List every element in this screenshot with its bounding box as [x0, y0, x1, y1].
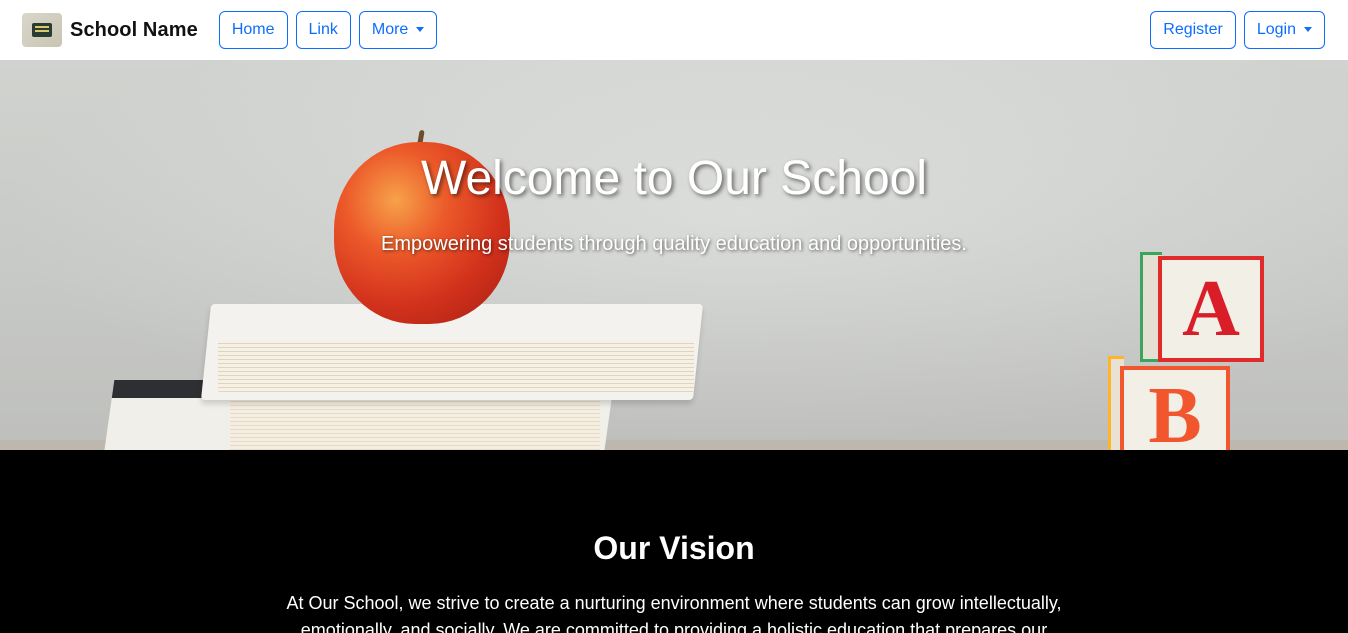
hero-banner: A B Welcome to Our School Empowering stu… — [0, 60, 1348, 450]
chevron-down-icon — [416, 26, 425, 32]
vision-text: At Our School, we strive to create a nur… — [286, 593, 1062, 633]
navbar: School Name Home Link More Register Logi… — [0, 0, 1348, 60]
nav-more-label: More — [371, 21, 409, 38]
login-label: Login — [1256, 21, 1296, 38]
chevron-down-icon — [1304, 26, 1312, 32]
hero-title: Welcome to Our School — [421, 152, 927, 205]
vision-title: Our Vision — [593, 530, 755, 566]
nav-more-dropdown[interactable]: More — [358, 11, 438, 49]
vision-section: Our Vision At Our School, we strive to c… — [0, 450, 1348, 633]
nav-home-button[interactable]: Home — [218, 11, 288, 49]
brand[interactable]: School Name — [22, 13, 198, 47]
book-top-pages — [218, 340, 694, 392]
login-dropdown[interactable]: Login — [1243, 11, 1325, 49]
hero-subtitle: Empowering students through quality educ… — [381, 233, 967, 255]
book-bottom-pages — [230, 398, 600, 450]
letter-block-b: B — [1120, 366, 1230, 450]
nav-link-button[interactable]: Link — [295, 11, 351, 49]
letter-block-a: A — [1158, 256, 1264, 362]
brand-name: School Name — [70, 18, 198, 41]
school-logo-icon — [22, 13, 62, 47]
nav-right-group: Register Login — [1150, 11, 1325, 49]
register-button[interactable]: Register — [1150, 11, 1236, 49]
